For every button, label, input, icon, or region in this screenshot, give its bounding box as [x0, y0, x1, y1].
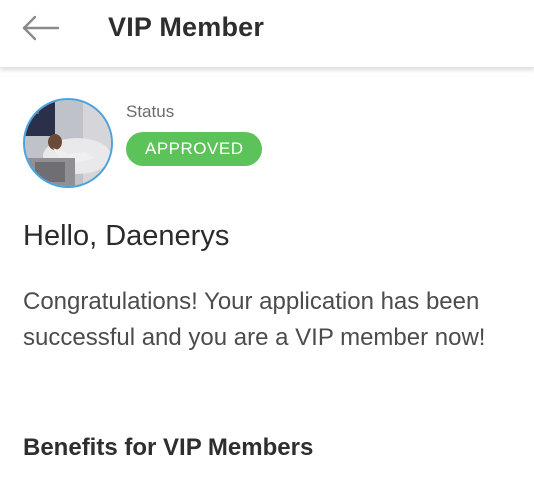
profile-status-row: Status APPROVED: [23, 98, 513, 190]
greeting-text: Hello, Daenerys: [23, 220, 230, 252]
status-label: Status: [126, 102, 175, 121]
congratulations-message: Congratulations! Your application has be…: [23, 288, 486, 351]
arrow-left-icon: [22, 15, 60, 41]
benefits-heading: Benefits for VIP Members: [23, 434, 314, 461]
back-button[interactable]: [16, 10, 64, 46]
app-bar: VIP Member: [0, 0, 534, 68]
page-title: VIP Member: [108, 12, 265, 42]
status-badge: APPROVED: [126, 132, 263, 166]
avatar-photo: [25, 100, 111, 186]
avatar: [23, 98, 113, 188]
